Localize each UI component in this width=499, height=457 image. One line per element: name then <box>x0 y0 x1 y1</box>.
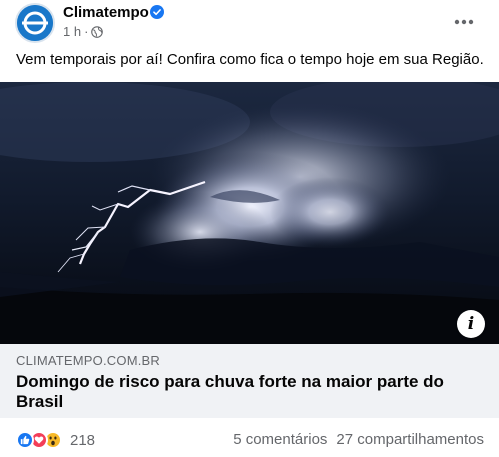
post-timestamp[interactable]: 1 h <box>63 24 81 39</box>
engagement-stats: 5 comentários 27 compartilhamentos <box>233 431 484 448</box>
like-icon <box>16 431 34 449</box>
globe-icon <box>91 25 104 38</box>
reactions-summary[interactable]: 218 <box>16 429 95 451</box>
shares-count-link[interactable]: 27 compartilhamentos <box>336 431 484 448</box>
page-avatar[interactable] <box>15 3 55 43</box>
info-icon: i <box>467 314 475 334</box>
info-button[interactable]: i <box>457 310 485 338</box>
link-preview-image[interactable]: i <box>0 82 499 344</box>
more-options-button[interactable] <box>448 6 480 38</box>
link-domain: CLIMATEMPO.COM.BR <box>16 353 161 368</box>
lightning-storm-image <box>0 82 499 344</box>
post-meta: 1 h · <box>63 24 104 39</box>
page-name-link[interactable]: Climatempo <box>63 4 149 21</box>
link-preview-card[interactable]: CLIMATEMPO.COM.BR Domingo de risco para … <box>0 344 499 418</box>
reaction-count: 218 <box>70 431 96 449</box>
meta-separator: · <box>84 24 89 39</box>
comments-count-link[interactable]: 5 comentários <box>233 431 327 448</box>
verified-badge-icon <box>150 5 164 19</box>
link-title[interactable]: Domingo de risco para chuva forte na mai… <box>16 372 456 412</box>
climatempo-logo-icon <box>17 5 53 41</box>
more-options-icon <box>454 19 474 25</box>
post-message: Vem temporais por aí! Confira como fica … <box>16 51 484 68</box>
post-header: Climatempo 1 h · <box>0 0 499 44</box>
